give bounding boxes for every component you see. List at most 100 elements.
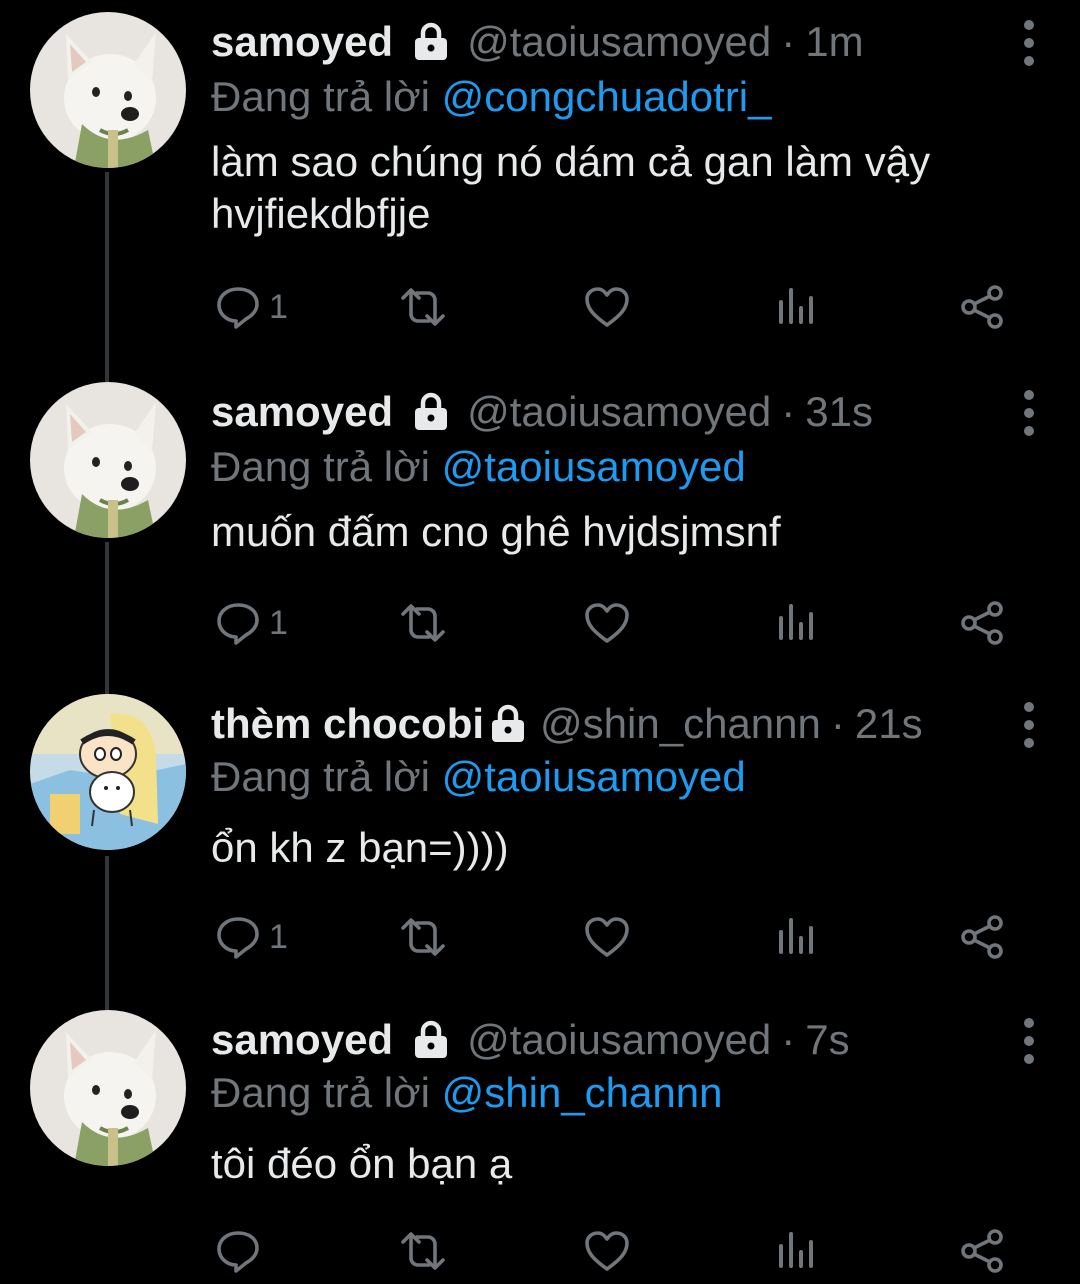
- share-icon: [959, 600, 1005, 646]
- tweet[interactable]: samoyed @taoiusamoyed · 7s Đang trả lời …: [0, 1000, 1080, 1284]
- retweet-icon: [395, 1228, 451, 1274]
- reply-icon: [215, 600, 261, 646]
- tweet[interactable]: samoyed @taoiusamoyed · 1m Đang trả lời …: [0, 0, 1080, 370]
- retweet-icon: [395, 600, 451, 646]
- tweet-text: muốn đấm cno ghê hvjdsjmsnf: [211, 506, 1031, 558]
- separator: ·: [781, 1016, 796, 1063]
- views-icon: [775, 1228, 819, 1274]
- reply-prefix: Đang trả lời: [211, 73, 430, 120]
- views-button[interactable]: [775, 598, 819, 648]
- retweet-icon: [395, 284, 451, 330]
- like-button[interactable]: [583, 912, 631, 962]
- views-icon: [775, 914, 819, 960]
- share-icon: [959, 914, 1005, 960]
- more-options-icon[interactable]: [1022, 18, 1036, 68]
- timestamp[interactable]: 1m: [805, 14, 863, 70]
- samoyed-dog-avatar: [30, 12, 186, 168]
- more-options-icon[interactable]: [1022, 388, 1036, 438]
- reply-icon: [215, 914, 261, 960]
- heart-icon: [583, 1228, 631, 1274]
- reply-button[interactable]: 1: [215, 598, 288, 648]
- reply-mention-link[interactable]: @taoiusamoyed: [442, 443, 746, 490]
- reply-prefix: Đang trả lời: [211, 443, 430, 490]
- share-icon: [959, 1228, 1005, 1274]
- reply-context: Đang trả lời @taoiusamoyed: [211, 750, 746, 804]
- handle[interactable]: @taoiusamoyed: [467, 384, 771, 440]
- views-button[interactable]: [775, 1226, 819, 1276]
- reply-context: Đang trả lời @taoiusamoyed: [211, 440, 746, 494]
- display-name[interactable]: samoyed: [211, 1012, 393, 1068]
- handle[interactable]: @taoiusamoyed: [467, 1012, 771, 1068]
- share-button[interactable]: [959, 912, 1005, 962]
- tweet[interactable]: thèm chocobi @shin_channn · 21s Đang trả…: [0, 686, 1080, 1000]
- lock-icon: [413, 22, 449, 62]
- action-bar: 1: [211, 282, 1011, 332]
- reply-icon: [215, 284, 261, 330]
- tweet-text-line: làm sao chúng nó dám cả gan làm vậy: [211, 138, 931, 185]
- share-icon: [959, 284, 1005, 330]
- timestamp[interactable]: 7s: [805, 1012, 849, 1068]
- like-button[interactable]: [583, 1226, 631, 1276]
- share-button[interactable]: [959, 598, 1005, 648]
- retweet-icon: [395, 914, 451, 960]
- samoyed-dog-avatar: [30, 382, 186, 538]
- reply-count: 1: [269, 287, 288, 326]
- reply-mention-link[interactable]: @shin_channn: [442, 1069, 723, 1116]
- avatar[interactable]: [30, 694, 186, 850]
- tweet-text: tôi đéo ổn bạn ạ: [211, 1138, 1031, 1190]
- more-options-icon[interactable]: [1022, 700, 1036, 750]
- display-name[interactable]: samoyed: [211, 384, 393, 440]
- reply-prefix: Đang trả lời: [211, 753, 430, 800]
- heart-icon: [583, 600, 631, 646]
- tweet-text-line: ổn kh z bạn=)))): [211, 824, 509, 871]
- action-bar: 1: [211, 912, 1011, 962]
- views-icon: [775, 284, 819, 330]
- reply-mention-link[interactable]: @taoiusamoyed: [442, 753, 746, 800]
- tweet-header: samoyed @taoiusamoyed · 31s: [211, 384, 873, 440]
- reply-context: Đang trả lời @congchuadotri_: [211, 70, 772, 124]
- reply-button[interactable]: 1: [215, 282, 288, 332]
- avatar[interactable]: [30, 382, 186, 538]
- retweet-button[interactable]: [395, 912, 451, 962]
- reply-icon: [215, 1228, 261, 1274]
- reply-count: 1: [269, 603, 288, 642]
- timestamp[interactable]: 21s: [855, 696, 923, 752]
- more-options-icon[interactable]: [1022, 1016, 1036, 1066]
- tweet-text-line: muốn đấm cno ghê hvjdsjmsnf: [211, 508, 781, 555]
- handle[interactable]: @taoiusamoyed: [467, 14, 771, 70]
- separator: ·: [830, 700, 845, 747]
- tweet-text: ổn kh z bạn=)))): [211, 822, 1031, 874]
- display-name[interactable]: samoyed: [211, 14, 393, 70]
- handle[interactable]: @shin_channn: [540, 696, 821, 752]
- tweet-header: samoyed @taoiusamoyed · 1m: [211, 14, 864, 70]
- action-bar: [211, 1226, 1011, 1276]
- share-button[interactable]: [959, 282, 1005, 332]
- views-button[interactable]: [775, 912, 819, 962]
- like-button[interactable]: [583, 282, 631, 332]
- tweet-text: làm sao chúng nó dám cả gan làm vậy hvjf…: [211, 136, 1031, 240]
- tweet-text-line: hvjfiekdbfjje: [211, 190, 431, 237]
- avatar[interactable]: [30, 12, 186, 168]
- reply-context: Đang trả lời @shin_channn: [211, 1066, 722, 1120]
- views-icon: [775, 600, 819, 646]
- retweet-button[interactable]: [395, 282, 451, 332]
- share-button[interactable]: [959, 1226, 1005, 1276]
- lock-icon: [413, 392, 449, 432]
- reply-mention-link[interactable]: @congchuadotri_: [442, 73, 772, 120]
- tweet[interactable]: samoyed @taoiusamoyed · 31s Đang trả lời…: [0, 370, 1080, 686]
- reply-count: 1: [269, 917, 288, 956]
- views-button[interactable]: [775, 282, 819, 332]
- reply-button[interactable]: [215, 1226, 269, 1276]
- avatar[interactable]: [30, 1010, 186, 1166]
- display-name[interactable]: thèm chocobi: [211, 696, 484, 752]
- lock-icon: [490, 704, 526, 744]
- retweet-button[interactable]: [395, 1226, 451, 1276]
- tweet-header: thèm chocobi @shin_channn · 21s: [211, 696, 923, 752]
- retweet-button[interactable]: [395, 598, 451, 648]
- timestamp[interactable]: 31s: [805, 384, 873, 440]
- reply-button[interactable]: 1: [215, 912, 288, 962]
- samoyed-dog-avatar: [30, 1010, 186, 1166]
- like-button[interactable]: [583, 598, 631, 648]
- separator: ·: [781, 388, 796, 435]
- heart-icon: [583, 914, 631, 960]
